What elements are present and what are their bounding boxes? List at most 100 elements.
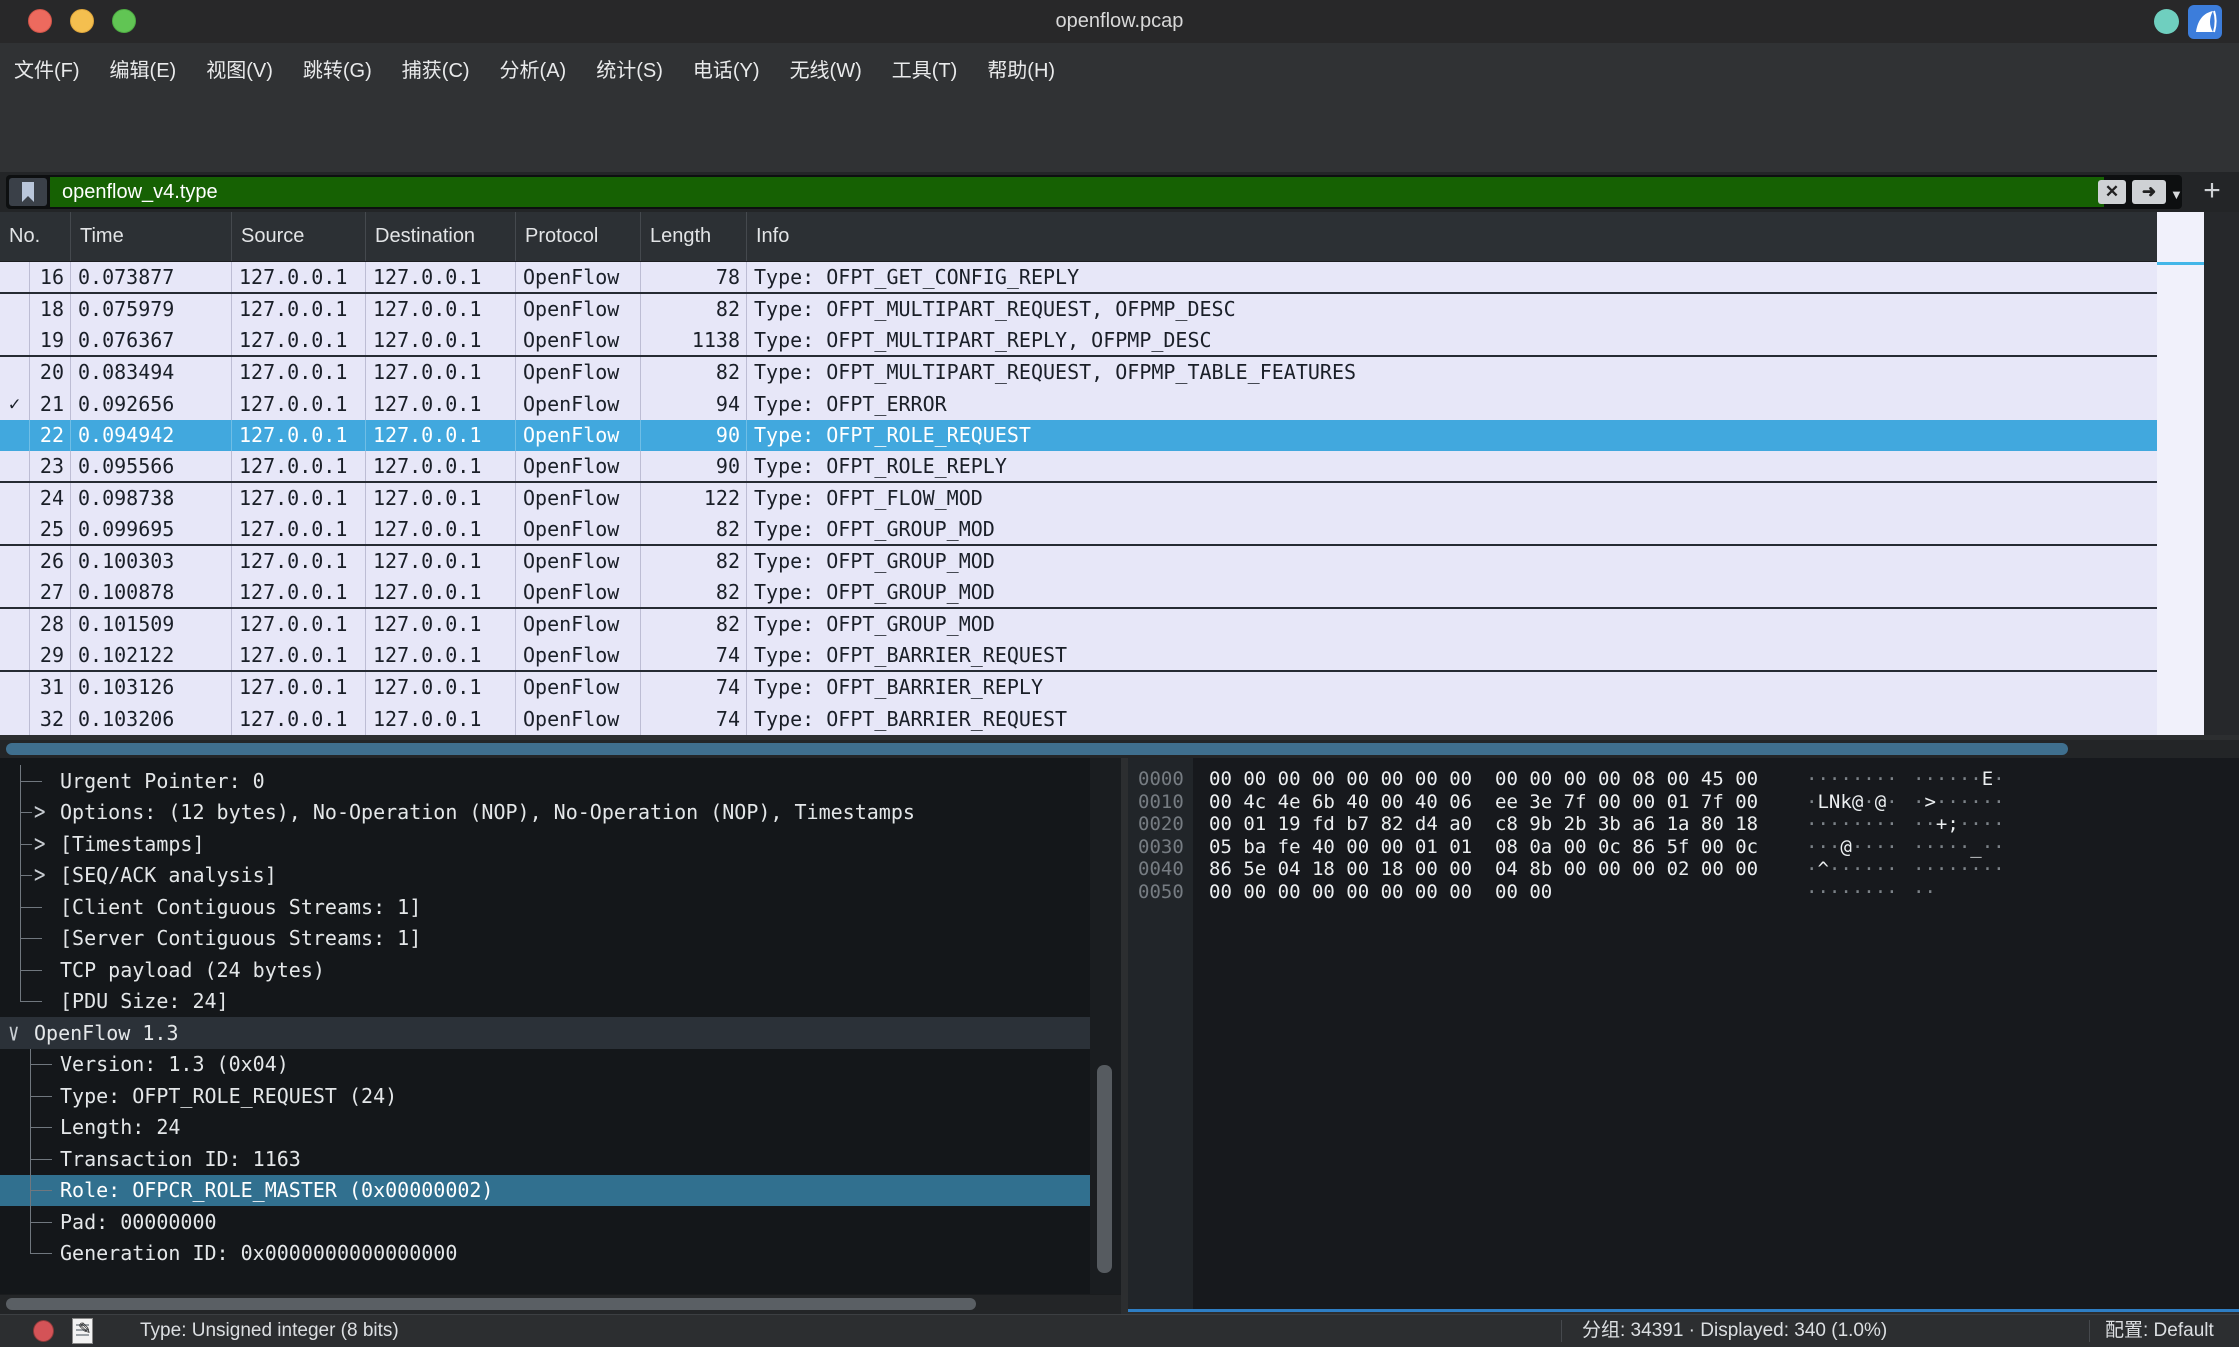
detail-row[interactable]: >[SEQ/ACK analysis]: [0, 860, 1121, 892]
menu-item[interactable]: 文件(F): [14, 54, 80, 83]
table-row[interactable]: 190.076367127.0.0.1127.0.0.1OpenFlow1138…: [0, 325, 2157, 357]
detail-row[interactable]: Generation ID: 0x0000000000000000: [0, 1238, 1121, 1270]
hex-ascii[interactable]: ········: [1806, 881, 1898, 904]
hex-ascii[interactable]: ·>······: [1913, 791, 2005, 814]
table-row[interactable]: 270.100878127.0.0.1127.0.0.1OpenFlow82Ty…: [0, 577, 2157, 609]
menu-item[interactable]: 分析(A): [500, 54, 567, 83]
details-vscroll-thumb[interactable]: [1097, 1065, 1112, 1273]
detail-row[interactable]: Urgent Pointer: 0: [0, 765, 1121, 797]
menu-item[interactable]: 编辑(E): [110, 54, 177, 83]
collapse-expander-icon[interactable]: ∨: [8, 1019, 19, 1047]
table-row[interactable]: 320.103206127.0.0.1127.0.0.1OpenFlow74Ty…: [0, 703, 2157, 735]
hex-bytes[interactable]: 08 0a 00 0c 86 5f 00 0c: [1495, 836, 1758, 859]
hex-ascii[interactable]: ········: [1806, 813, 1898, 836]
hex-bytes[interactable]: ee 3e 7f 00 00 01 7f 00: [1495, 791, 1758, 814]
table-row[interactable]: 220.094942127.0.0.1127.0.0.1OpenFlow90Ty…: [0, 420, 2157, 452]
table-row[interactable]: ✓210.092656127.0.0.1127.0.0.1OpenFlow94T…: [0, 388, 2157, 420]
hex-bytes[interactable]: 00 00 00 00 08 00 45 00: [1495, 768, 1758, 791]
expand-icon[interactable]: >: [34, 799, 45, 827]
menu-item[interactable]: 统计(S): [596, 54, 663, 83]
hex-ascii[interactable]: ········: [1913, 858, 2005, 881]
hex-bytes[interactable]: 00 4c 4e 6b 40 00 40 06: [1209, 791, 1472, 814]
hex-bytes[interactable]: c8 9b 2b 3b a6 1a 80 18: [1495, 813, 1758, 836]
table-row[interactable]: 310.103126127.0.0.1127.0.0.1OpenFlow74Ty…: [0, 672, 2157, 704]
hex-bytes[interactable]: 00 01 19 fd b7 82 d4 a0: [1209, 813, 1472, 836]
column-header[interactable]: Info: [747, 212, 2157, 261]
cell: 127.0.0.1: [232, 420, 366, 452]
table-row[interactable]: 230.095566127.0.0.1127.0.0.1OpenFlow90Ty…: [0, 451, 2157, 483]
comment-pencil-icon: ✎: [78, 1319, 91, 1339]
menu-item[interactable]: 视图(V): [206, 54, 273, 83]
cell: 127.0.0.1: [366, 514, 516, 544]
column-header[interactable]: Time: [71, 212, 232, 261]
hex-row[interactable]: 005000 00 00 00 00 00 00 0000 00········…: [1128, 881, 2239, 904]
detail-row[interactable]: Transaction ID: 1163: [0, 1143, 1121, 1175]
cell: 74: [641, 672, 747, 704]
detail-row[interactable]: [Server Contiguous Streams: 1]: [0, 923, 1121, 955]
detail-row[interactable]: Role: OFPCR_ROLE_MASTER (0x00000002): [0, 1175, 1121, 1207]
hex-ascii[interactable]: ······E·: [1913, 768, 2005, 791]
hex-ascii[interactable]: ··: [1913, 881, 1936, 904]
menu-item[interactable]: 电话(Y): [693, 54, 760, 83]
table-row[interactable]: 200.083494127.0.0.1127.0.0.1OpenFlow82Ty…: [0, 357, 2157, 389]
detail-row[interactable]: TCP payload (24 bytes): [0, 954, 1121, 986]
table-row[interactable]: 290.102122127.0.0.1127.0.0.1OpenFlow74Ty…: [0, 640, 2157, 672]
hex-ascii[interactable]: ·····_··: [1913, 836, 2005, 859]
hex-bytes[interactable]: 00 00: [1495, 881, 1552, 904]
table-row[interactable]: 260.100303127.0.0.1127.0.0.1OpenFlow82Ty…: [0, 546, 2157, 578]
hex-ascii[interactable]: ·LNk@·@·: [1806, 791, 1898, 814]
hex-bytes[interactable]: 00 00 00 00 00 00 00 00: [1209, 881, 1472, 904]
filter-dropdown-caret[interactable]: ▼: [2170, 187, 2183, 202]
column-header[interactable]: Source: [232, 212, 366, 261]
detail-row[interactable]: [Client Contiguous Streams: 1]: [0, 891, 1121, 923]
detail-row[interactable]: Pad: 00000000: [0, 1206, 1121, 1238]
filter-add-button[interactable]: +: [2196, 175, 2228, 207]
detail-row[interactable]: Version: 1.3 (0x04): [0, 1049, 1121, 1081]
column-header[interactable]: No.: [0, 212, 71, 261]
menu-item[interactable]: 帮助(H): [987, 54, 1055, 83]
table-row[interactable]: 160.073877127.0.0.1127.0.0.1OpenFlow78Ty…: [0, 262, 2157, 294]
filter-bookmark-button[interactable]: [9, 178, 47, 206]
hex-ascii[interactable]: ·^······: [1806, 858, 1898, 881]
column-header[interactable]: Length: [641, 212, 747, 261]
menu-item[interactable]: 跳转(G): [303, 54, 372, 83]
table-row[interactable]: 250.099695127.0.0.1127.0.0.1OpenFlow82Ty…: [0, 514, 2157, 546]
hex-bytes[interactable]: 00 00 00 00 00 00 00 00: [1209, 768, 1472, 791]
hex-ascii[interactable]: ··+;····: [1913, 813, 2005, 836]
column-header[interactable]: Protocol: [516, 212, 641, 261]
cell: 127.0.0.1: [366, 546, 516, 578]
menu-item[interactable]: 无线(W): [790, 54, 862, 83]
table-row[interactable]: 240.098738127.0.0.1127.0.0.1OpenFlow122T…: [0, 483, 2157, 515]
table-row[interactable]: 280.101509127.0.0.1127.0.0.1OpenFlow82Ty…: [0, 609, 2157, 641]
filter-apply-button[interactable]: ➜: [2132, 180, 2166, 204]
table-row[interactable]: 180.075979127.0.0.1127.0.0.1OpenFlow82Ty…: [0, 294, 2157, 326]
packet-list-hscroll-thumb[interactable]: [6, 743, 2068, 755]
detail-row[interactable]: ∨OpenFlow 1.3: [0, 1017, 1121, 1049]
detail-row[interactable]: [PDU Size: 24]: [0, 986, 1121, 1018]
details-hscroll-thumb[interactable]: [6, 1298, 976, 1310]
packet-list-vertical-scrollbar[interactable]: [2204, 212, 2239, 735]
filter-clear-button[interactable]: ✕: [2098, 180, 2126, 204]
hex-bytes[interactable]: 05 ba fe 40 00 00 01 01: [1209, 836, 1472, 859]
menu-item[interactable]: 工具(T): [892, 54, 958, 83]
detail-row[interactable]: >[Timestamps]: [0, 828, 1121, 860]
detail-row[interactable]: >Options: (12 bytes), No-Operation (NOP)…: [0, 797, 1121, 829]
expert-info-indicator[interactable]: [33, 1320, 54, 1342]
detail-row[interactable]: Length: 24: [0, 1112, 1121, 1144]
menu-item[interactable]: 捕获(C): [402, 54, 470, 83]
hex-row[interactable]: 001000 4c 4e 6b 40 00 40 06ee 3e 7f 00 0…: [1128, 791, 2239, 814]
hex-row[interactable]: 000000 00 00 00 00 00 00 0000 00 00 00 0…: [1128, 768, 2239, 791]
hex-row[interactable]: 004086 5e 04 18 00 18 00 0004 8b 00 00 0…: [1128, 858, 2239, 881]
hex-ascii[interactable]: ········: [1806, 768, 1898, 791]
hex-row[interactable]: 003005 ba fe 40 00 00 01 0108 0a 00 0c 8…: [1128, 836, 2239, 859]
hex-row[interactable]: 002000 01 19 fd b7 82 d4 a0c8 9b 2b 3b a…: [1128, 813, 2239, 836]
display-filter-input[interactable]: openflow_v4.type: [50, 177, 2104, 207]
expand-icon[interactable]: >: [34, 862, 45, 890]
hex-ascii[interactable]: ···@····: [1806, 836, 1898, 859]
column-header[interactable]: Destination: [366, 212, 516, 261]
status-profile[interactable]: 配置: Default: [2105, 1315, 2214, 1347]
expand-icon[interactable]: >: [34, 830, 45, 858]
hex-bytes[interactable]: 04 8b 00 00 00 02 00 00: [1495, 858, 1758, 881]
hex-bytes[interactable]: 86 5e 04 18 00 18 00 00: [1209, 858, 1472, 881]
detail-row[interactable]: Type: OFPT_ROLE_REQUEST (24): [0, 1080, 1121, 1112]
